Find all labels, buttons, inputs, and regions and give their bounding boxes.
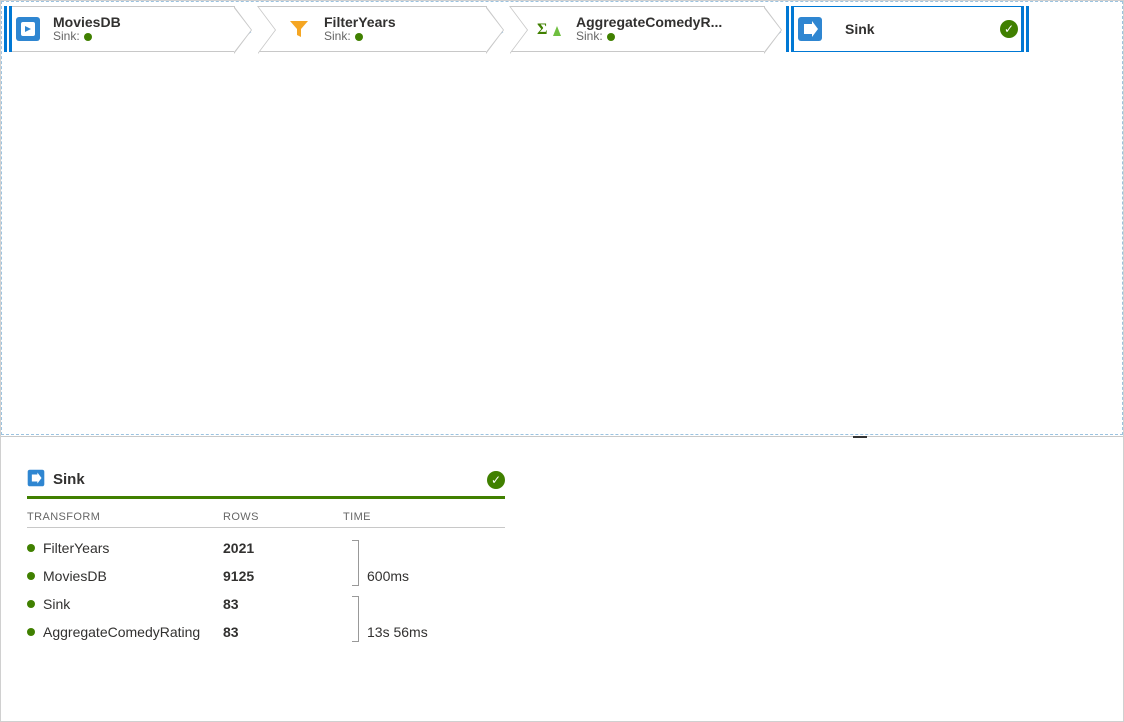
success-check-icon: ✓	[1000, 20, 1018, 38]
node-selection-bar-left	[4, 6, 12, 52]
filter-icon	[284, 14, 314, 44]
status-dot	[27, 600, 35, 608]
status-dot	[607, 33, 615, 41]
table-row: AggregateComedyRating 83 13s 56ms	[27, 618, 529, 646]
node-title: Sink	[845, 21, 875, 37]
time-value: 600ms	[367, 568, 529, 584]
node-sub: Sink:	[576, 30, 722, 44]
details-header: Sink ✓	[27, 467, 505, 499]
status-dot	[84, 33, 92, 41]
table-row: FilterYears 2021	[27, 534, 529, 562]
time-bracket	[343, 540, 359, 586]
node-filteryears[interactable]: FilterYears Sink:	[257, 6, 487, 52]
dataflow-canvas[interactable]: MoviesDB Sink: → FilterYears Sink:	[1, 1, 1123, 435]
status-dot	[355, 33, 363, 41]
node-sink[interactable]: Sink ✓	[787, 6, 1029, 52]
status-dot	[27, 572, 35, 580]
success-check-icon: ✓	[487, 471, 505, 489]
col-head-time: TIME	[343, 509, 505, 528]
node-title: MoviesDB	[53, 14, 121, 30]
panel-splitter[interactable]	[1, 436, 1123, 437]
dataflow-row: MoviesDB Sink: → FilterYears Sink:	[2, 2, 1122, 56]
svg-text:Σ: Σ	[537, 21, 547, 38]
aggregate-icon: Σ	[536, 14, 566, 44]
time-bracket	[343, 596, 359, 642]
node-title: FilterYears	[324, 14, 396, 30]
splitter-grip-icon	[849, 433, 871, 440]
status-dot	[27, 544, 35, 552]
col-head-transform: TRANSFORM	[27, 509, 223, 528]
node-selection-bar-right	[1021, 6, 1029, 52]
sink-icon	[795, 14, 825, 44]
node-sub: Sink:	[324, 30, 396, 44]
node-selection-bar-left	[786, 6, 794, 52]
node-title: AggregateComedyR...	[576, 14, 722, 30]
col-head-rows: ROWS	[223, 509, 343, 528]
node-moviesdb[interactable]: MoviesDB Sink:	[5, 6, 235, 52]
table-row: MoviesDB 9125 600ms	[27, 562, 529, 590]
source-icon	[13, 14, 43, 44]
node-aggregatecomedyrating[interactable]: Σ AggregateComedyR... Sink:	[509, 6, 765, 52]
sink-icon	[27, 469, 45, 490]
details-column-headers: TRANSFORM ROWS TIME	[27, 509, 505, 528]
node-sub: Sink:	[53, 30, 121, 44]
table-row: Sink 83	[27, 590, 529, 618]
details-panel: Sink ✓ TRANSFORM ROWS TIME FilterYears 2…	[1, 457, 1123, 666]
time-value: 13s 56ms	[367, 624, 529, 640]
status-dot	[27, 628, 35, 636]
details-title: Sink	[53, 471, 85, 488]
